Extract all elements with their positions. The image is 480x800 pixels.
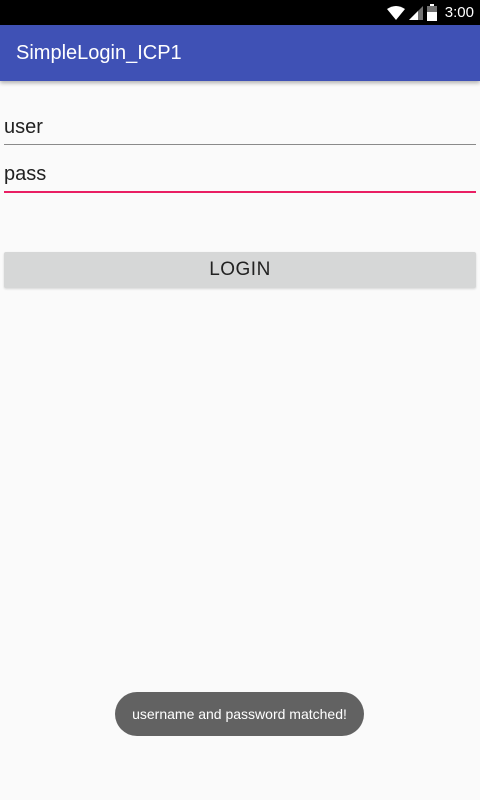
- toast: username and password matched!: [115, 692, 364, 736]
- username-field[interactable]: user: [4, 105, 476, 145]
- password-field[interactable]: pass: [4, 153, 476, 193]
- status-bar: 3:00: [0, 0, 480, 25]
- username-value: user: [4, 116, 43, 138]
- password-value: pass: [4, 163, 47, 185]
- login-button[interactable]: LOGIN: [4, 252, 476, 288]
- toast-message: username and password matched!: [132, 706, 347, 722]
- signal-icon: [408, 5, 423, 20]
- screen: 3:00 SimpleLogin_ICP1 user pass LOGIN us…: [0, 0, 480, 800]
- login-button-label: LOGIN: [209, 259, 271, 280]
- status-time: 3:00: [444, 4, 474, 21]
- app-title: SimpleLogin_ICP1: [16, 41, 182, 64]
- app-bar: SimpleLogin_ICP1: [0, 25, 480, 81]
- wifi-icon: [386, 5, 405, 20]
- battery-icon: [426, 4, 437, 21]
